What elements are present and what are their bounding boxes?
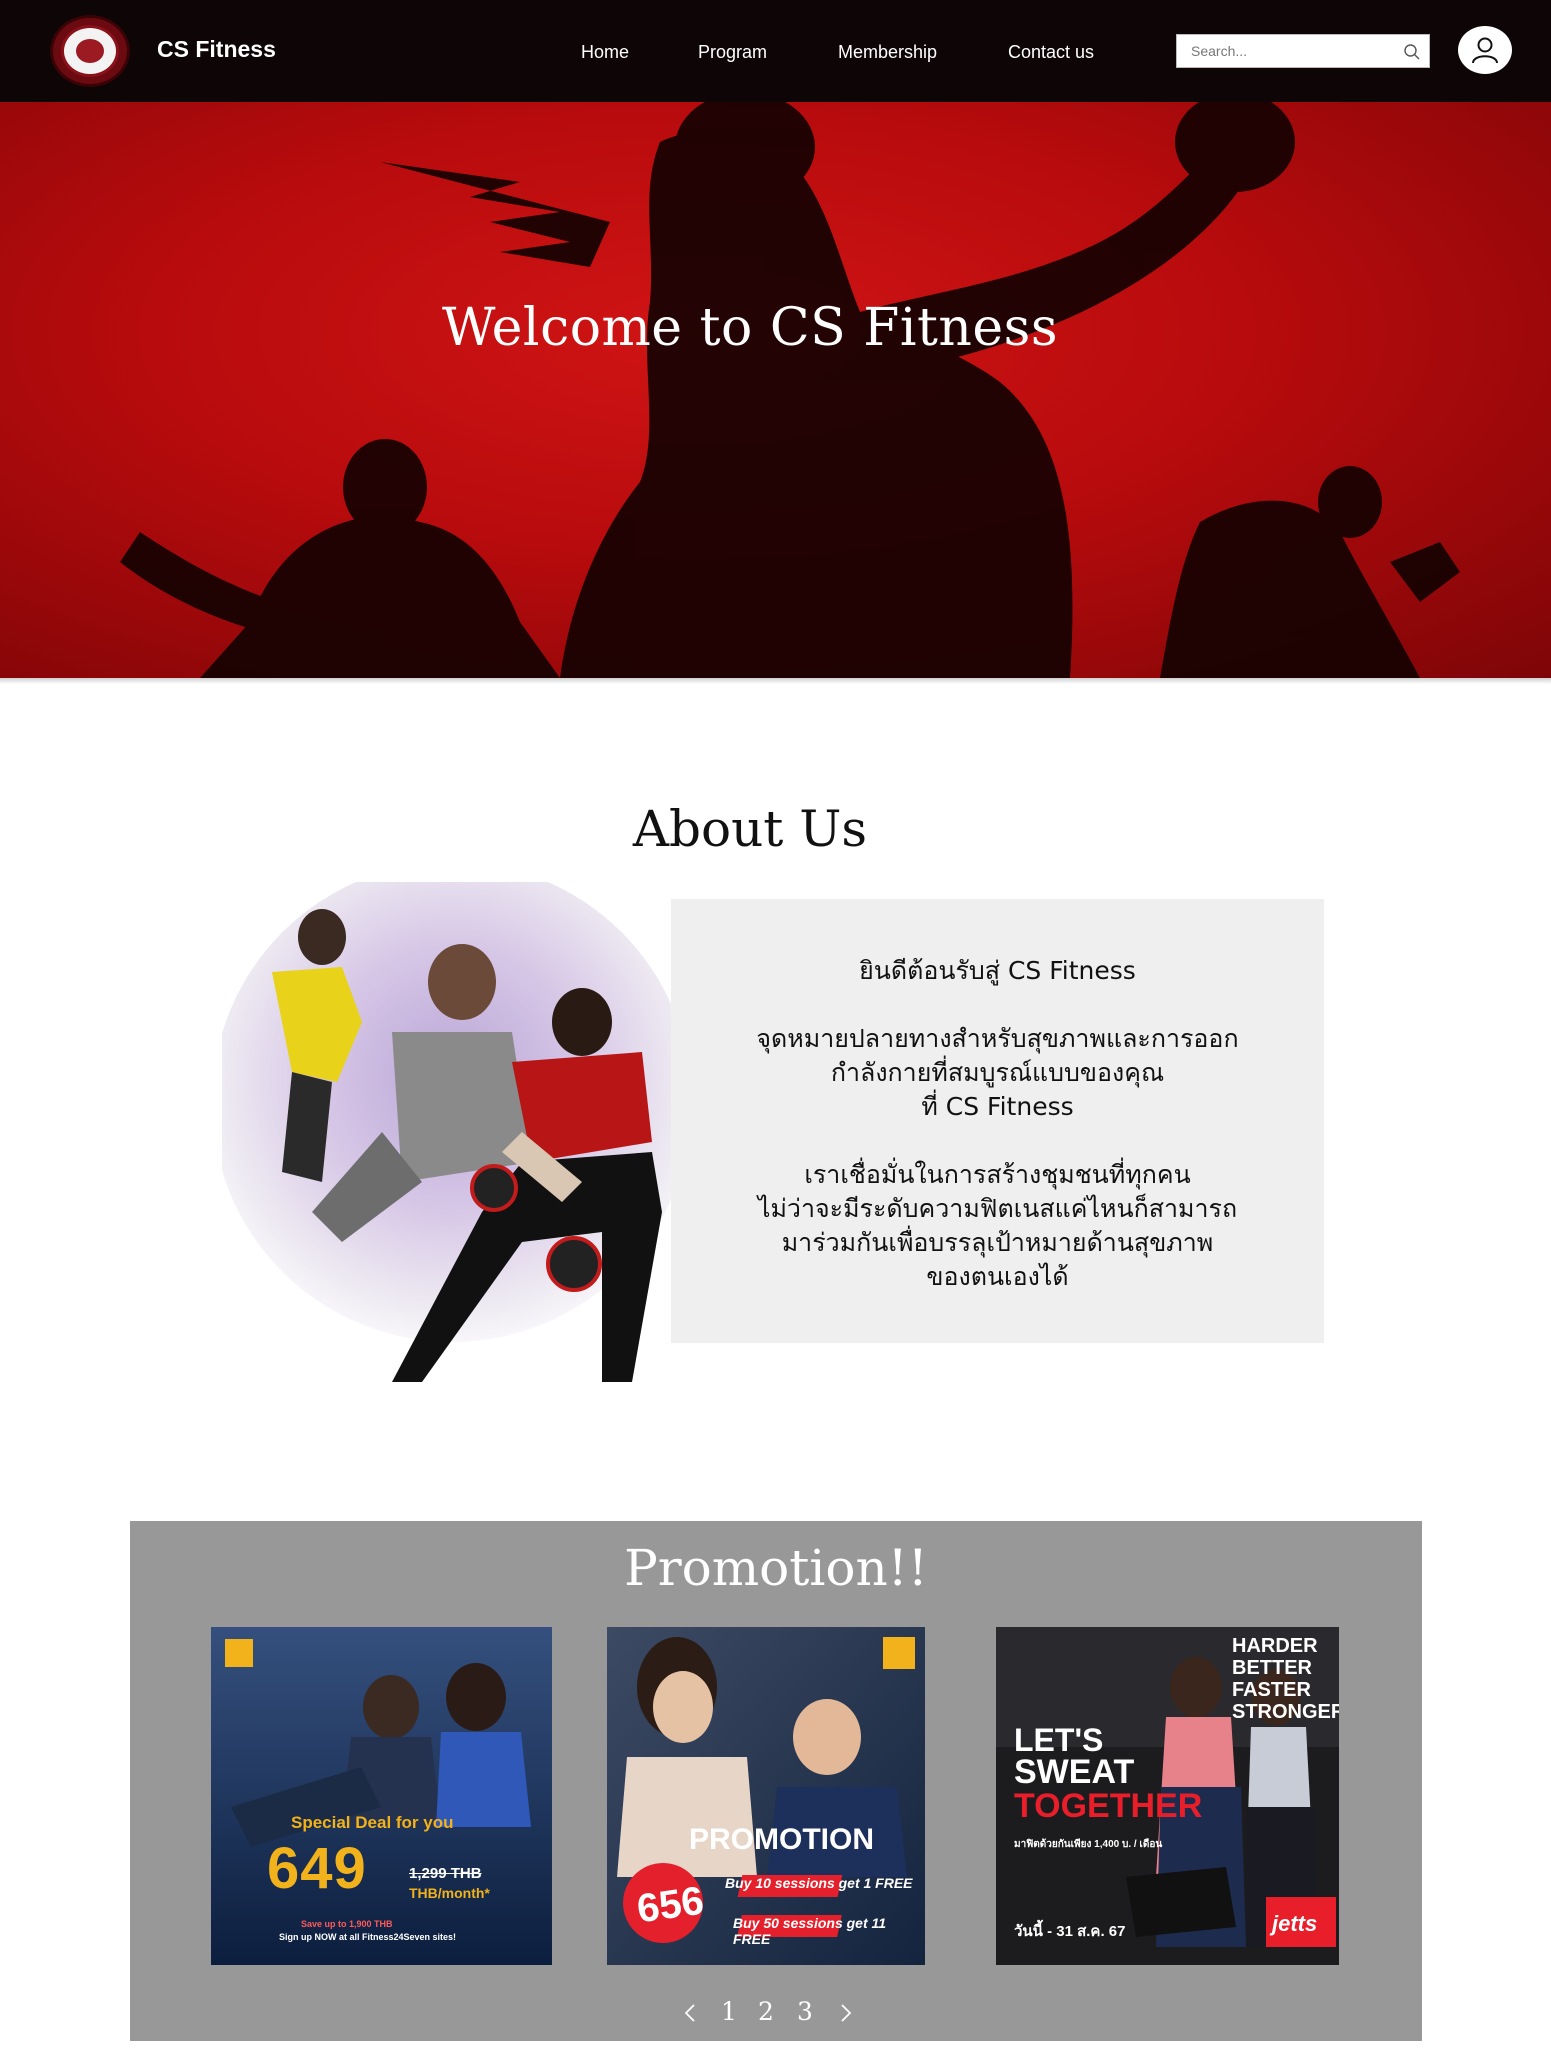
about-text-panel: ยินดีต้อนรับสู่ CS Fitness จุดหมายปลายทา… — [671, 899, 1324, 1343]
about-athletes-image — [222, 882, 692, 1382]
pager-page-3[interactable]: 3 — [797, 1997, 813, 2026]
nav-program[interactable]: Program — [698, 42, 767, 63]
nav-contact-us[interactable]: Contact us — [1008, 42, 1094, 63]
navbar: CS Fitness Home Program Membership Conta… — [0, 0, 1551, 102]
promo1-old-price: 1,299 THB — [409, 1865, 482, 1882]
hero-divider — [0, 678, 1551, 684]
search-input[interactable] — [1177, 35, 1395, 67]
promo1-unit: THB/month* — [409, 1885, 490, 1901]
pager-page-2[interactable]: 2 — [758, 1997, 774, 2026]
promo-card-2[interactable]: PROMOTION 656 Buy 10 sessions get 1 FREE… — [607, 1627, 925, 1965]
brand-name[interactable]: CS Fitness — [157, 36, 276, 63]
promotion-section: Promotion!! Special Deal for you 649 1,2… — [130, 1521, 1422, 2041]
promo3-headline-2: SWEAT — [1014, 1753, 1135, 1791]
brand-logo[interactable] — [50, 15, 130, 87]
promo3-date: วันนี้ - 31 ส.ค. 67 — [1014, 1923, 1126, 1940]
about-line-6: ไม่ว่าจะมีระดับความฟิตเนสแค่ไหนก็สามารถ — [757, 1194, 1238, 1223]
about-line-2: จุดหมายปลายทางสำหรับสุขภาพและการออก — [756, 1024, 1239, 1053]
promo3-side-text: HARDER BETTER FASTER STRONGER — [1232, 1635, 1339, 1723]
promo1-note1: Save up to 1,900 THB — [301, 1919, 393, 1929]
about-line-3: กำลังกายที่สมบูรณ์แบบของคุณ — [830, 1058, 1165, 1087]
about-line-8: ของตนเองได้ — [926, 1262, 1069, 1291]
about-line-7: มาร่วมกันเพื่อบรรลุเป้าหมายด้านสุขภาพ — [781, 1228, 1214, 1257]
promo3-brand: jetts — [1272, 1911, 1318, 1936]
logo-emblem-icon — [76, 39, 104, 63]
nav-membership[interactable]: Membership — [838, 42, 937, 63]
hero-title: Welcome to CS Fitness — [441, 298, 1059, 358]
promo-card-1[interactable]: Special Deal for you 649 1,299 THB THB/m… — [211, 1627, 552, 1965]
nav-home[interactable]: Home — [581, 42, 629, 63]
promo3-price-line: มาฟิตด้วยกันเพียง 1,400 บ. / เดือน — [1014, 1839, 1163, 1850]
promo2-offer1: Buy 10 sessions get 1 FREE — [725, 1875, 913, 1891]
user-account-button[interactable] — [1458, 26, 1512, 74]
promo-card-3[interactable]: LET'S SWEAT TOGETHER HARDER BETTER FASTE… — [996, 1627, 1339, 1965]
chevron-right-icon[interactable] — [834, 2001, 856, 2025]
hero-athletes-image — [120, 102, 1460, 678]
chevron-left-icon[interactable] — [680, 2001, 702, 2025]
promo2-offer2: Buy 50 sessions get 11 FREE — [733, 1915, 887, 1947]
about-title: About Us — [632, 800, 868, 858]
search-box — [1176, 34, 1430, 68]
promo3-headline-3: TOGETHER — [1014, 1787, 1203, 1825]
about-line-4: ที่ CS Fitness — [921, 1092, 1074, 1121]
hero-banner: Welcome to CS Fitness — [0, 102, 1551, 678]
pager-page-1[interactable]: 1 — [721, 1997, 737, 2026]
promo1-price: 649 — [267, 1836, 367, 1901]
about-line-welcome: ยินดีต้อนรับสู่ CS Fitness — [859, 956, 1136, 985]
promo1-headline: Special Deal for you — [291, 1813, 454, 1832]
user-icon — [1472, 37, 1498, 64]
about-line-5: เราเชื่อมั่นในการสร้างชุมชนที่ทุกคน — [804, 1160, 1191, 1189]
promo2-headline: PROMOTION — [689, 1823, 874, 1856]
logo-ring — [61, 25, 119, 77]
promo3-headline-1: LET'S — [1014, 1722, 1104, 1758]
promotion-title: Promotion!! — [624, 1539, 928, 1597]
promo1-note2: Sign up NOW at all Fitness24Seven sites! — [279, 1932, 457, 1942]
search-icon[interactable] — [1403, 43, 1421, 61]
promo2-price: 656 — [634, 1878, 707, 1932]
